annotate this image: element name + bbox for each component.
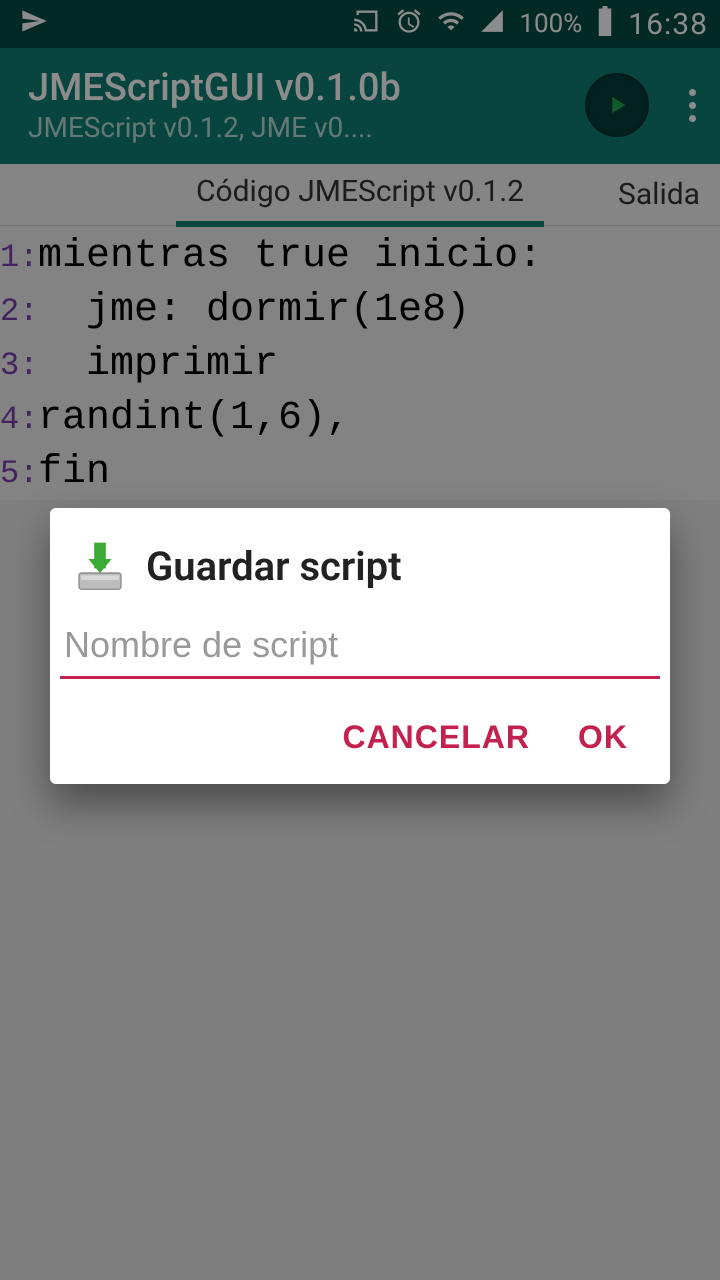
cancel-button[interactable]: CANCELAR — [342, 719, 530, 756]
dialog-title: Guardar script — [146, 543, 402, 590]
dialog-header: Guardar script — [50, 538, 670, 618]
dialog-actions: CANCELAR OK — [50, 679, 670, 766]
save-dialog: Guardar script CANCELAR OK — [50, 508, 670, 784]
ok-button[interactable]: OK — [578, 719, 628, 756]
save-to-disk-icon — [72, 538, 128, 594]
script-name-input[interactable] — [60, 618, 660, 679]
